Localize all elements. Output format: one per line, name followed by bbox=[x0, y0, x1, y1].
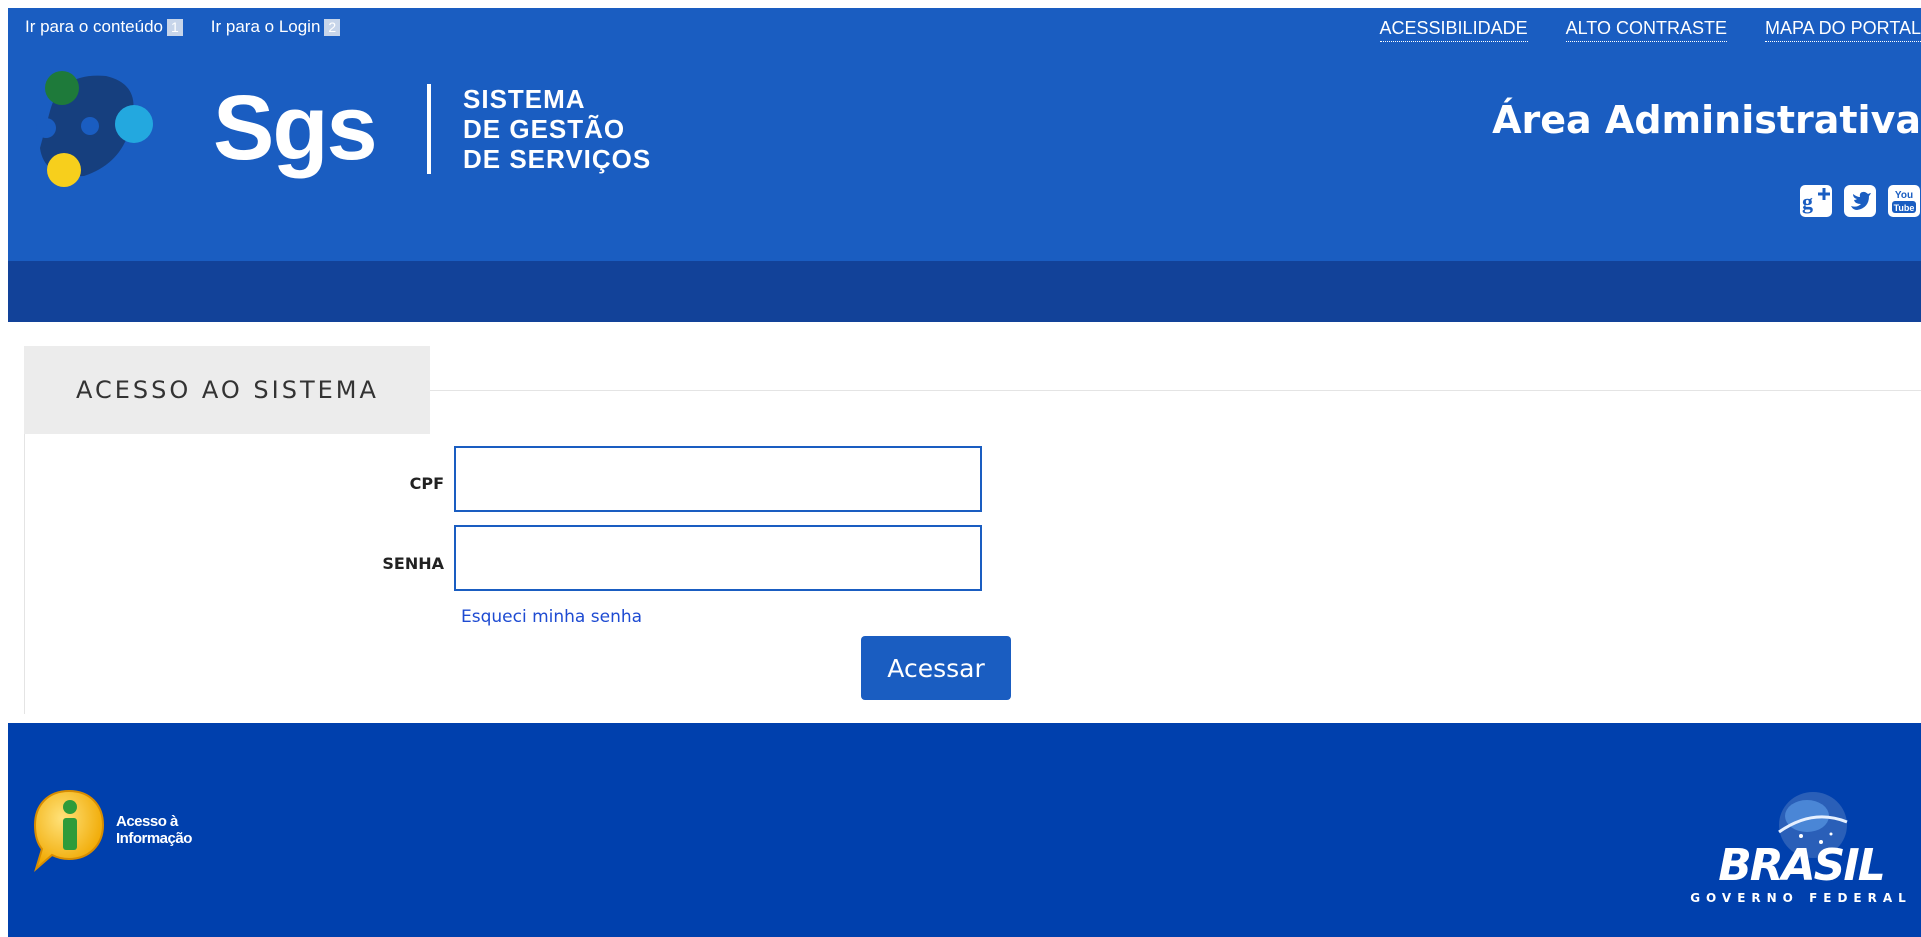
accessibility-link[interactable]: ACESSIBILIDADE bbox=[1379, 18, 1528, 42]
logo-subtitle: SISTEMA DE GESTÃO DE SERVIÇOS bbox=[463, 84, 651, 174]
logo-divider bbox=[427, 84, 431, 174]
logo-wordmark: Sgs bbox=[213, 77, 378, 179]
acesso-informacao-link[interactable]: Acesso à Informação bbox=[32, 787, 192, 873]
twitter-icon[interactable] bbox=[1843, 184, 1877, 218]
brasil-word: BRASIL bbox=[1718, 840, 1884, 891]
svg-text:Tube: Tube bbox=[1894, 203, 1915, 213]
information-icon bbox=[33, 789, 105, 873]
sgs-logo-icon bbox=[36, 71, 153, 187]
skip-to-content-link[interactable]: Ir para o conteúdo 1 bbox=[25, 17, 183, 37]
acesso-informacao-line: Informação bbox=[116, 830, 192, 847]
cpf-label: CPF bbox=[409, 474, 444, 493]
skip-to-login-label: Ir para o Login bbox=[210, 17, 321, 36]
header-nav-band bbox=[8, 261, 1921, 322]
skip-links: Ir para o conteúdo 1 Ir para o Login 2 bbox=[25, 17, 341, 37]
password-label: SENHA bbox=[382, 554, 444, 573]
governo-federal-word: GOVERNO FEDERAL bbox=[1690, 891, 1912, 905]
skip-to-content-label: Ir para o conteúdo bbox=[25, 17, 163, 36]
brasil-governo-federal-logo[interactable]: BRASIL GOVERNO FEDERAL bbox=[1681, 788, 1921, 908]
svg-text:You: You bbox=[1895, 190, 1913, 201]
svg-text:g: g bbox=[1802, 189, 1813, 214]
cpf-input[interactable] bbox=[454, 446, 982, 512]
site-footer: Acesso à Informação BRASIL GOVERNO FEDER… bbox=[8, 723, 1921, 937]
top-links: ACESSIBILIDADE ALTO CONTRASTE MAPA DO PO… bbox=[1379, 18, 1921, 42]
area-title: Área Administrativa bbox=[1492, 98, 1921, 142]
skip-to-login-link[interactable]: Ir para o Login 2 bbox=[210, 17, 341, 37]
page: Ir para o conteúdo 1 Ir para o Login 2 A… bbox=[0, 0, 1921, 937]
acesso-informacao-label: Acesso à Informação bbox=[116, 813, 192, 847]
google-plus-icon[interactable]: g bbox=[1799, 184, 1833, 218]
social-icons: g You Tube bbox=[1799, 184, 1921, 218]
high-contrast-link[interactable]: ALTO CONTRASTE bbox=[1565, 18, 1727, 42]
logo-subtitle-line: SISTEMA bbox=[463, 84, 586, 114]
logo-subtitle-line: DE SERVIÇOS bbox=[463, 144, 652, 174]
youtube-icon[interactable]: You Tube bbox=[1887, 184, 1921, 218]
login-section-title: ACESSO AO SISTEMA bbox=[24, 346, 430, 434]
password-input[interactable] bbox=[454, 525, 982, 591]
forgot-password-link[interactable]: Esqueci minha senha bbox=[461, 607, 642, 627]
logo-subtitle-line: DE GESTÃO bbox=[463, 114, 626, 144]
login-submit-button[interactable]: Acessar bbox=[861, 636, 1011, 700]
site-header: Ir para o conteúdo 1 Ir para o Login 2 A… bbox=[8, 8, 1921, 322]
accesskey-badge: 2 bbox=[324, 18, 341, 36]
portal-map-link[interactable]: MAPA DO PORTAL bbox=[1764, 18, 1921, 42]
accesskey-badge: 1 bbox=[166, 18, 183, 36]
card-top-border bbox=[430, 390, 1921, 391]
acesso-informacao-line: Acesso à bbox=[116, 813, 178, 830]
